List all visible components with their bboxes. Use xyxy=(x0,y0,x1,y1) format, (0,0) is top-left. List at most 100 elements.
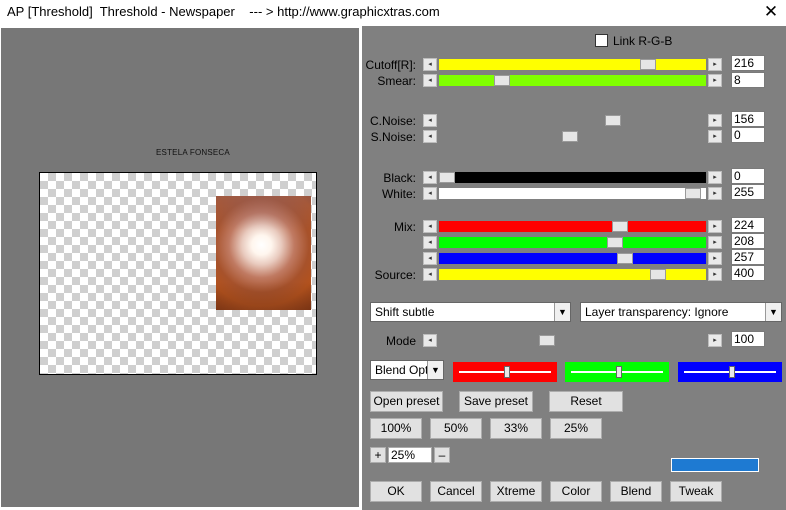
slider-thumb[interactable] xyxy=(685,188,701,199)
slider-knob[interactable] xyxy=(504,366,510,378)
arrow-left-icon[interactable]: ◂ xyxy=(423,74,437,87)
blend-options-dropdown[interactable]: Blend Optio ▼ xyxy=(370,360,444,380)
cnoise-slider[interactable]: ◂ ▸ xyxy=(423,114,722,127)
slider-track xyxy=(439,253,706,264)
arrow-right-icon[interactable]: ▸ xyxy=(708,252,722,265)
controls-panel: Link R-G-B Cutoff[R]: ◂ ▸ 216 Smear: ◂ ▸… xyxy=(362,26,786,510)
slider-track xyxy=(439,172,706,183)
zoom-33-button[interactable]: 33% xyxy=(490,418,542,439)
mix-green-value[interactable]: 208 xyxy=(731,233,765,249)
white-slider[interactable]: ◂ ▸ xyxy=(423,187,722,200)
slider-thumb[interactable] xyxy=(562,131,578,142)
arrow-right-icon[interactable]: ▸ xyxy=(708,220,722,233)
xtreme-button[interactable]: Xtreme xyxy=(490,481,542,502)
zoom-50-button[interactable]: 50% xyxy=(430,418,482,439)
zoom-out-button[interactable]: – xyxy=(434,447,450,463)
slider-knob[interactable] xyxy=(616,366,622,378)
red-balance-slider[interactable] xyxy=(453,362,557,382)
arrow-left-icon[interactable]: ◂ xyxy=(423,220,437,233)
arrow-right-icon[interactable]: ▸ xyxy=(708,58,722,71)
arrow-right-icon[interactable]: ▸ xyxy=(708,334,722,347)
mix-blue-slider[interactable]: ◂ ▸ xyxy=(423,252,722,265)
save-preset-button[interactable]: Save preset xyxy=(459,391,533,412)
preview-pane: ESTELA FONSECA xyxy=(1,28,359,507)
shift-dropdown[interactable]: Shift subtle ▼ xyxy=(370,302,571,322)
slider-knob[interactable] xyxy=(729,366,735,378)
cnoise-label: C.Noise: xyxy=(369,114,416,128)
slider-thumb[interactable] xyxy=(607,237,623,248)
slider-thumb[interactable] xyxy=(605,115,621,126)
close-icon[interactable]: ✕ xyxy=(760,1,782,23)
arrow-left-icon[interactable]: ◂ xyxy=(423,252,437,265)
snoise-label: S.Noise: xyxy=(370,130,416,144)
chevron-down-icon[interactable]: ▼ xyxy=(554,303,570,321)
chevron-down-icon[interactable]: ▼ xyxy=(765,303,781,321)
arrow-left-icon[interactable]: ◂ xyxy=(423,236,437,249)
blue-balance-slider[interactable] xyxy=(678,362,782,382)
preview-caption: ESTELA FONSECA xyxy=(156,148,230,157)
layer-transparency-value: Layer transparency: Ignore xyxy=(585,305,729,319)
slider-thumb[interactable] xyxy=(617,253,633,264)
mix-red-value[interactable]: 224 xyxy=(731,217,765,233)
slider-thumb[interactable] xyxy=(539,335,555,346)
arrow-right-icon[interactable]: ▸ xyxy=(708,114,722,127)
smear-slider[interactable]: ◂ ▸ xyxy=(423,74,722,87)
green-balance-slider[interactable] xyxy=(565,362,669,382)
mode-value[interactable]: 100 xyxy=(731,331,765,347)
smear-label: Smear: xyxy=(377,74,416,88)
zoom-in-button[interactable]: + xyxy=(370,447,386,463)
snoise-value[interactable]: 0 xyxy=(731,127,765,143)
cnoise-value[interactable]: 156 xyxy=(731,111,765,127)
title-bar: AP [Threshold] Threshold - Newspaper ---… xyxy=(0,0,786,24)
cutoff-value[interactable]: 216 xyxy=(731,55,765,71)
preview-canvas[interactable] xyxy=(39,172,317,375)
mix-red-slider[interactable]: ◂ ▸ xyxy=(423,220,722,233)
chevron-down-icon[interactable]: ▼ xyxy=(427,361,443,379)
arrow-right-icon[interactable]: ▸ xyxy=(708,236,722,249)
arrow-right-icon[interactable]: ▸ xyxy=(708,268,722,281)
slider-track xyxy=(439,221,706,232)
slider-thumb[interactable] xyxy=(612,221,628,232)
open-preset-button[interactable]: Open preset xyxy=(370,391,443,412)
mix-blue-value[interactable]: 257 xyxy=(731,249,765,265)
arrow-left-icon[interactable]: ◂ xyxy=(423,187,437,200)
zoom-25-button[interactable]: 25% xyxy=(550,418,602,439)
cancel-button[interactable]: Cancel xyxy=(430,481,482,502)
zoom-value[interactable]: 25% xyxy=(388,447,432,463)
arrow-right-icon[interactable]: ▸ xyxy=(708,74,722,87)
smear-value[interactable]: 8 xyxy=(731,72,765,88)
source-label: Source: xyxy=(374,268,416,282)
slider-thumb[interactable] xyxy=(640,59,656,70)
arrow-left-icon[interactable]: ◂ xyxy=(423,334,437,347)
arrow-left-icon[interactable]: ◂ xyxy=(423,130,437,143)
slider-thumb[interactable] xyxy=(439,172,455,183)
mix-green-slider[interactable]: ◂ ▸ xyxy=(423,236,722,249)
source-value[interactable]: 400 xyxy=(731,265,765,281)
white-label: White: xyxy=(381,187,416,201)
white-value[interactable]: 255 xyxy=(731,184,765,200)
arrow-left-icon[interactable]: ◂ xyxy=(423,171,437,184)
source-slider[interactable]: ◂ ▸ xyxy=(423,268,722,281)
zoom-100-button[interactable]: 100% xyxy=(370,418,422,439)
arrow-right-icon[interactable]: ▸ xyxy=(708,130,722,143)
snoise-slider[interactable]: ◂ ▸ xyxy=(423,130,722,143)
slider-thumb[interactable] xyxy=(650,269,666,280)
arrow-right-icon[interactable]: ▸ xyxy=(708,171,722,184)
black-value[interactable]: 0 xyxy=(731,168,765,184)
arrow-left-icon[interactable]: ◂ xyxy=(423,58,437,71)
arrow-left-icon[interactable]: ◂ xyxy=(423,268,437,281)
tweak-button[interactable]: Tweak xyxy=(670,481,722,502)
arrow-left-icon[interactable]: ◂ xyxy=(423,114,437,127)
layer-transparency-dropdown[interactable]: Layer transparency: Ignore ▼ xyxy=(580,302,782,322)
arrow-right-icon[interactable]: ▸ xyxy=(708,187,722,200)
color-button[interactable]: Color xyxy=(550,481,602,502)
black-slider[interactable]: ◂ ▸ xyxy=(423,171,722,184)
mode-slider[interactable]: ◂ ▸ xyxy=(423,334,722,347)
slider-thumb[interactable] xyxy=(494,75,510,86)
slider-track xyxy=(439,188,706,199)
cutoff-slider[interactable]: ◂ ▸ xyxy=(423,58,722,71)
blend-button[interactable]: Blend xyxy=(610,481,662,502)
reset-button[interactable]: Reset xyxy=(549,391,623,412)
ok-button[interactable]: OK xyxy=(370,481,422,502)
link-rgb-checkbox[interactable] xyxy=(595,34,608,47)
